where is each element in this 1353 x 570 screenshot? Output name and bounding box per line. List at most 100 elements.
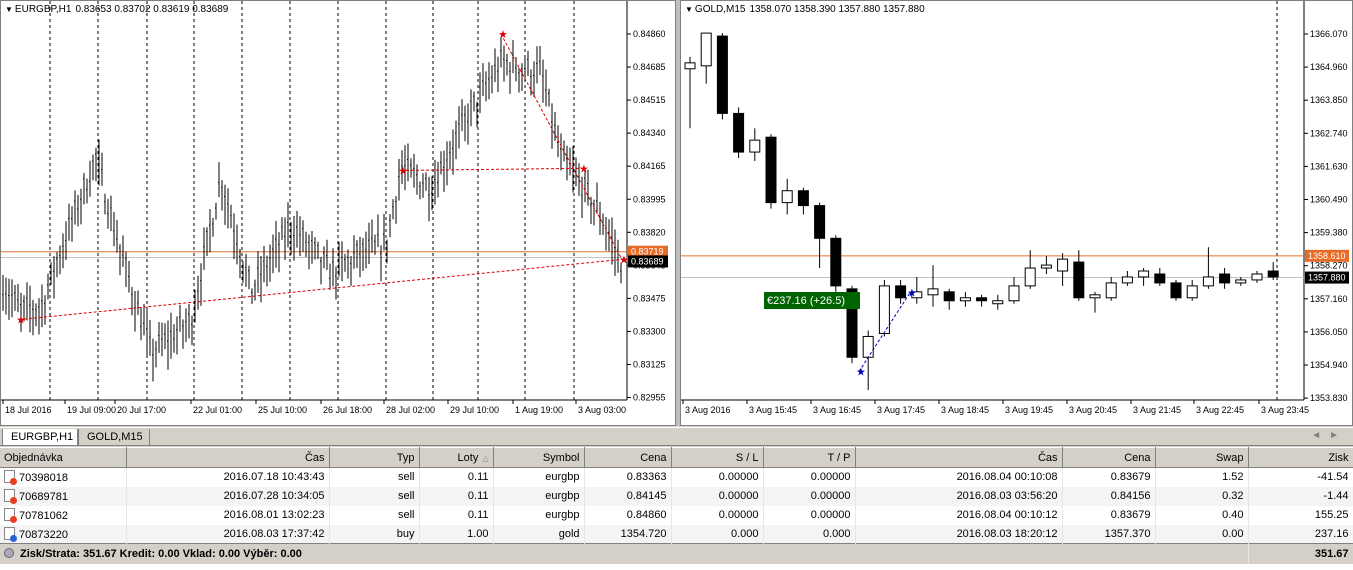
col-header-close-time[interactable]: Čas bbox=[855, 447, 1063, 468]
trade-marker-icon: ★ bbox=[907, 287, 917, 300]
open-time: 2016.08.03 17:37:42 bbox=[126, 524, 330, 544]
close-time: 2016.08.03 03:56:20 bbox=[855, 486, 1063, 506]
eurgbp-chart-title: ▼ EURGBP,H1 0.83653 0.83702 0.83619 0.8368… bbox=[5, 4, 232, 15]
bear-candle bbox=[814, 205, 826, 239]
summary-total: 351.67 bbox=[1248, 543, 1353, 564]
gold-symbol: GOLD,M15 bbox=[694, 4, 746, 15]
time-tick-label: 22 Jul 01:00 bbox=[193, 405, 242, 415]
gold-chart[interactable]: 1366.070 1364.960 1363.850 1362.740 1361.630… bbox=[681, 1, 1352, 425]
swap: 0.00 bbox=[1155, 524, 1249, 544]
col-header-swap[interactable]: Swap bbox=[1155, 447, 1249, 468]
bull-candle bbox=[992, 300, 1004, 305]
terminal-panel: Objednávka Čas Typ Loty △ Symbol Cena S /… bbox=[0, 447, 1353, 570]
bull-candle bbox=[1057, 258, 1069, 272]
col-header-price[interactable]: Cena bbox=[1062, 447, 1156, 468]
bear-candle bbox=[943, 291, 955, 302]
order-id: 70781062 bbox=[0, 505, 127, 525]
bull-candle bbox=[781, 190, 793, 204]
col-header-lots[interactable]: Loty △ bbox=[419, 447, 494, 468]
trade-marker-icon: ★ bbox=[498, 28, 508, 41]
price-tick-label: 1361.630 bbox=[1310, 161, 1348, 171]
symbol: gold bbox=[493, 524, 585, 544]
price-tick-label: 0.83475 bbox=[633, 293, 666, 303]
price-tick-label: 0.84165 bbox=[633, 161, 666, 171]
price-tick-label: 1363.850 bbox=[1310, 95, 1348, 105]
col-header-tp[interactable]: T / P bbox=[763, 447, 856, 468]
table-row[interactable]: 70781062 2016.08.01 13:02:23 sell 0.11 e… bbox=[0, 505, 1353, 525]
bear-candle bbox=[1154, 273, 1166, 284]
tab-eurgbp[interactable]: EURGBP,H1 bbox=[2, 429, 78, 446]
open-price: 0.83363 bbox=[584, 467, 672, 487]
swap: 0.40 bbox=[1155, 505, 1249, 525]
symbol: eurgbp bbox=[493, 467, 585, 487]
sell-order-icon bbox=[4, 508, 17, 523]
time-tick-label: 3 Aug 15:45 bbox=[749, 405, 797, 415]
bear-candle bbox=[1073, 261, 1085, 299]
time-tick-label: 26 Jul 18:00 bbox=[323, 405, 372, 415]
chart-menu-icon[interactable]: ▼ bbox=[685, 5, 693, 14]
balance-icon bbox=[4, 547, 14, 558]
profit: 155.25 bbox=[1248, 505, 1353, 525]
col-header-order[interactable]: Objednávka bbox=[0, 447, 127, 468]
price-tick-label: 1356.050 bbox=[1310, 327, 1348, 337]
orders-header-row: Objednávka Čas Typ Loty △ Symbol Cena S /… bbox=[0, 447, 1353, 468]
order-type: sell bbox=[329, 486, 420, 506]
bear-candle bbox=[797, 190, 809, 207]
table-row[interactable]: 70873220 2016.08.03 17:37:42 buy 1.00 go… bbox=[0, 524, 1353, 544]
bull-candle bbox=[1121, 276, 1133, 284]
lots: 0.11 bbox=[419, 467, 494, 487]
col-header-type[interactable]: Typ bbox=[329, 447, 420, 468]
time-tick-label: 28 Jul 02:00 bbox=[386, 405, 435, 415]
col-header-open-price[interactable]: Cena bbox=[584, 447, 672, 468]
bull-candle bbox=[1138, 270, 1150, 278]
price-tick-label: 1354.940 bbox=[1310, 360, 1348, 370]
bull-candle bbox=[878, 285, 890, 334]
time-tick-label: 3 Aug 2016 bbox=[685, 405, 731, 415]
trade-marker-icon: ★ bbox=[16, 314, 26, 327]
close-time: 2016.08.04 00:10:12 bbox=[855, 505, 1063, 525]
col-header-open-time[interactable]: Čas bbox=[126, 447, 330, 468]
price-tick-label: 0.84340 bbox=[633, 128, 666, 138]
profit-label: €237.16 (+26.5) bbox=[767, 295, 845, 307]
bear-candle bbox=[1219, 273, 1231, 284]
swap: 1.52 bbox=[1155, 467, 1249, 487]
scroll-left-icon[interactable]: ◄ bbox=[1311, 430, 1329, 441]
tab-scroll-arrows[interactable]: ◄► bbox=[1311, 430, 1347, 441]
order-id: 70398018 bbox=[0, 467, 127, 487]
profit: -41.54 bbox=[1248, 467, 1353, 487]
bear-candle bbox=[830, 237, 842, 287]
tab-gold[interactable]: GOLD,M15 bbox=[78, 429, 150, 446]
time-tick-label: 3 Aug 17:45 bbox=[877, 405, 925, 415]
bull-candle bbox=[684, 62, 696, 70]
profit: -1.44 bbox=[1248, 486, 1353, 506]
open-time: 2016.07.28 10:34:05 bbox=[126, 486, 330, 506]
stop-loss: 0.00000 bbox=[671, 486, 764, 506]
time-tick-label: 18 Jul 2016 bbox=[5, 405, 52, 415]
chart-menu-icon[interactable]: ▼ bbox=[5, 5, 13, 14]
time-tick-label: 3 Aug 18:45 bbox=[941, 405, 989, 415]
take-profit: 0.00000 bbox=[763, 486, 856, 506]
table-row[interactable]: 70689781 2016.07.28 10:34:05 sell 0.11 e… bbox=[0, 486, 1353, 506]
col-header-sl[interactable]: S / L bbox=[671, 447, 764, 468]
gold-chart-window[interactable]: 1366.070 1364.960 1363.850 1362.740 1361.630… bbox=[680, 0, 1353, 426]
col-header-symbol[interactable]: Symbol bbox=[493, 447, 585, 468]
eurgbp-chart[interactable]: 0.84860 0.84685 0.84515 0.84340 0.84165 0.839… bbox=[1, 1, 675, 425]
order-type: buy bbox=[329, 524, 420, 544]
table-row[interactable]: 70398018 2016.07.18 10:43:43 sell 0.11 e… bbox=[0, 467, 1353, 487]
chart-tab-bar: EURGBP,H1 GOLD,M15 ◄► bbox=[0, 427, 1353, 446]
time-tick-label: 25 Jul 10:00 bbox=[258, 405, 307, 415]
col-header-profit[interactable]: Zisk bbox=[1248, 447, 1353, 468]
price-tick-label: 1353.830 bbox=[1310, 393, 1348, 403]
order-type: sell bbox=[329, 505, 420, 525]
time-tick-label: 29 Jul 10:00 bbox=[450, 405, 499, 415]
time-tick-label: 3 Aug 22:45 bbox=[1196, 405, 1244, 415]
symbol: eurgbp bbox=[493, 486, 585, 506]
sell-order-icon bbox=[4, 489, 17, 504]
scroll-right-icon[interactable]: ► bbox=[1329, 430, 1347, 441]
eurgbp-chart-window[interactable]: 0.84860 0.84685 0.84515 0.84340 0.84165 0.839… bbox=[0, 0, 676, 426]
open-price: 1354.720 bbox=[584, 524, 672, 544]
order-type: sell bbox=[329, 467, 420, 487]
price-tick-label: 1360.490 bbox=[1310, 195, 1348, 205]
bear-candle bbox=[1170, 282, 1182, 299]
price-tick-label: 0.83820 bbox=[633, 227, 666, 237]
